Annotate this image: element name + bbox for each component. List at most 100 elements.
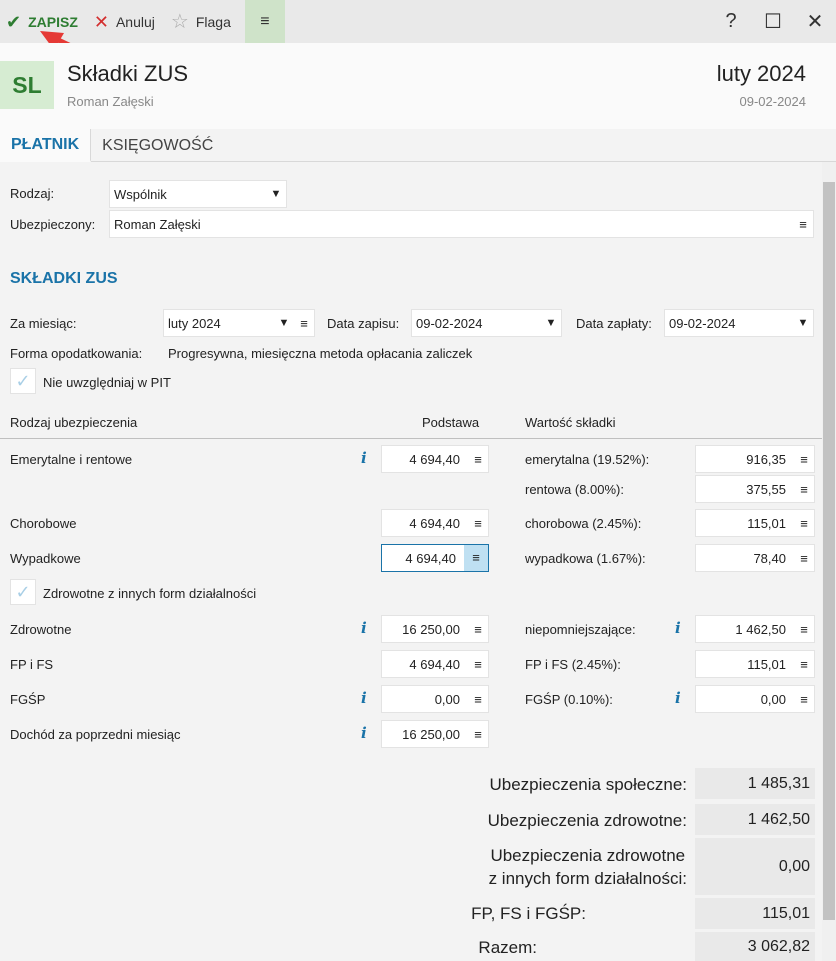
fgsp-value: 0,00 xyxy=(760,691,786,707)
document-header: SL Składki ZUS Roman Załęski luty 2024 0… xyxy=(0,43,836,129)
niepomniejszajace-field[interactable]: 1 462,50 ≡ xyxy=(695,615,815,643)
hamburger-icon[interactable]: ≡ xyxy=(464,545,488,571)
month-select[interactable]: luty 2024 ▼ ≡ xyxy=(163,309,315,337)
hamburger-icon[interactable]: ≡ xyxy=(794,516,814,531)
chorobowa-label: chorobowa (2.45%): xyxy=(525,516,642,531)
income-value: 16 250,00 xyxy=(402,726,460,742)
hamburger-icon[interactable]: ≡ xyxy=(794,657,814,672)
info-icon[interactable]: i xyxy=(675,619,681,637)
summary-health-other-label: Ubezpieczenia zdrowotne z innych form dz… xyxy=(489,846,687,889)
summary-fp-fs-fgsp-value: 115,01 xyxy=(695,898,815,929)
chevron-down-icon: ▼ xyxy=(545,317,557,329)
chevron-down-icon: ▼ xyxy=(278,317,290,329)
rentowa-value: 375,55 xyxy=(746,481,786,497)
info-icon[interactable]: i xyxy=(675,689,681,707)
type-label: Rodzaj: xyxy=(10,186,55,201)
help-icon[interactable]: ? xyxy=(710,10,752,33)
save-button[interactable]: ✔ ZAPISZ xyxy=(0,0,86,43)
sickness-base-value: 4 694,40 xyxy=(409,515,460,531)
record-date-picker[interactable]: 09-02-2024 ▼ xyxy=(411,309,562,337)
column-header-value: Wartość składki xyxy=(525,415,616,430)
column-header-type: Rodzaj ubezpieczenia xyxy=(10,415,138,430)
hamburger-icon[interactable]: ≡ xyxy=(794,482,814,497)
avatar: SL xyxy=(0,61,54,109)
insured-value: Roman Załęski xyxy=(114,216,201,232)
fpfs-value: 115,01 xyxy=(747,656,786,672)
flag-button[interactable]: ☆ Flaga xyxy=(163,0,239,43)
accident-label: Wypadkowe xyxy=(10,551,81,566)
health-label: Zdrowotne xyxy=(10,622,72,637)
emerytalna-field[interactable]: 916,35 ≡ xyxy=(695,445,815,473)
summary-health-label: Ubezpieczenia zdrowotne: xyxy=(487,811,687,830)
info-icon[interactable]: i xyxy=(361,449,367,467)
summary-health-other-value: 0,00 xyxy=(695,838,815,895)
health-base-field[interactable]: 16 250,00 ≡ xyxy=(381,615,489,643)
hamburger-icon[interactable]: ≡ xyxy=(468,657,488,672)
niepomniejszajace-label: niepomniejszające: xyxy=(525,622,636,637)
fgsp-field[interactable]: 0,00 ≡ xyxy=(695,685,815,713)
hamburger-icon[interactable]: ≡ xyxy=(794,551,814,566)
hamburger-icon[interactable]: ≡ xyxy=(794,692,814,707)
scrollbar-thumb[interactable] xyxy=(823,182,835,920)
summary-health-other-label-line2: z innych form działalności: xyxy=(488,869,687,888)
payment-date-picker[interactable]: 09-02-2024 ▼ xyxy=(664,309,814,337)
tab-platnik[interactable]: PŁATNIK xyxy=(0,129,92,162)
fpfs-field[interactable]: 115,01 ≡ xyxy=(695,650,815,678)
sickness-base-field[interactable]: 4 694,40 ≡ xyxy=(381,509,489,537)
record-date-value: 09-02-2024 xyxy=(416,315,483,331)
fpfs-label: FP i FS xyxy=(10,657,54,672)
emerytalna-value: 916,35 xyxy=(746,451,786,467)
header-divider xyxy=(0,438,822,439)
hamburger-icon[interactable]: ≡ xyxy=(468,516,488,531)
fgsp-base-field[interactable]: 0,00 ≡ xyxy=(381,685,489,713)
chorobowa-field[interactable]: 115,01 ≡ xyxy=(695,509,815,537)
info-icon[interactable]: i xyxy=(361,689,367,707)
month-label: Za miesiąc: xyxy=(10,316,77,331)
maximize-icon[interactable]: ☐ xyxy=(752,9,794,34)
info-icon[interactable]: i xyxy=(361,619,367,637)
hamburger-icon[interactable]: ≡ xyxy=(793,217,813,232)
hamburger-icon[interactable]: ≡ xyxy=(468,622,488,637)
summary-total-value: 3 062,82 xyxy=(695,932,815,961)
accident-base-field[interactable]: 4 694,40 ≡ xyxy=(381,544,489,572)
insured-field[interactable]: Roman Załęski ≡ xyxy=(109,210,814,238)
header-period: luty 2024 xyxy=(716,61,806,86)
hamburger-icon[interactable]: ≡ xyxy=(468,692,488,707)
info-icon[interactable]: i xyxy=(361,724,367,742)
type-select-value: Wspólnik xyxy=(114,186,167,202)
payment-date-value: 09-02-2024 xyxy=(669,315,736,331)
flag-label: Flaga xyxy=(195,13,231,30)
pension-base-value: 4 694,40 xyxy=(409,451,460,467)
hamburger-icon[interactable]: ≡ xyxy=(468,727,488,742)
tax-form-label: Forma opodatkowania: xyxy=(10,346,143,361)
income-field[interactable]: 16 250,00 ≡ xyxy=(381,720,489,748)
fpfs-base-field[interactable]: 4 694,40 ≡ xyxy=(381,650,489,678)
rentowa-field[interactable]: 375,55 ≡ xyxy=(695,475,815,503)
payment-date-label: Data zapłaty: xyxy=(576,316,652,331)
fgsp-base-value: 0,00 xyxy=(434,691,460,707)
hamburger-icon[interactable]: ≡ xyxy=(794,452,814,467)
summary-health-value: 1 462,50 xyxy=(695,804,815,835)
page-title: Składki ZUS xyxy=(67,61,189,86)
wypadkowa-field[interactable]: 78,40 ≡ xyxy=(695,544,815,572)
exclude-pit-checkbox[interactable]: ✓ xyxy=(10,368,36,394)
cross-icon: ✕ xyxy=(93,11,109,32)
income-label: Dochód za poprzedni miesiąc xyxy=(10,727,181,742)
type-select[interactable]: Wspólnik ▼ xyxy=(109,180,287,208)
record-date-label: Data zapisu: xyxy=(327,316,400,331)
health-other-checkbox[interactable]: ✓ xyxy=(10,579,36,605)
save-label: ZAPISZ xyxy=(28,13,78,30)
tab-ksiegowosc[interactable]: KSIĘGOWOŚĆ xyxy=(91,129,224,162)
hamburger-icon[interactable]: ≡ xyxy=(294,316,314,331)
menu-button[interactable]: ≡ xyxy=(244,0,285,43)
close-icon[interactable]: ✕ xyxy=(794,9,836,34)
fpfs-rate-label: FP i FS (2.45%): xyxy=(525,657,621,672)
hamburger-icon[interactable]: ≡ xyxy=(468,452,488,467)
pension-label: Emerytalne i rentowe xyxy=(10,452,133,467)
hamburger-icon[interactable]: ≡ xyxy=(794,622,814,637)
pension-base-field[interactable]: 4 694,40 ≡ xyxy=(381,445,489,473)
star-icon: ☆ xyxy=(170,10,189,33)
fpfs-base-value: 4 694,40 xyxy=(409,656,460,672)
fgsp-rate-label: FGŚP (0.10%): xyxy=(525,692,613,707)
cancel-button[interactable]: ✕ Anuluj xyxy=(86,0,163,43)
